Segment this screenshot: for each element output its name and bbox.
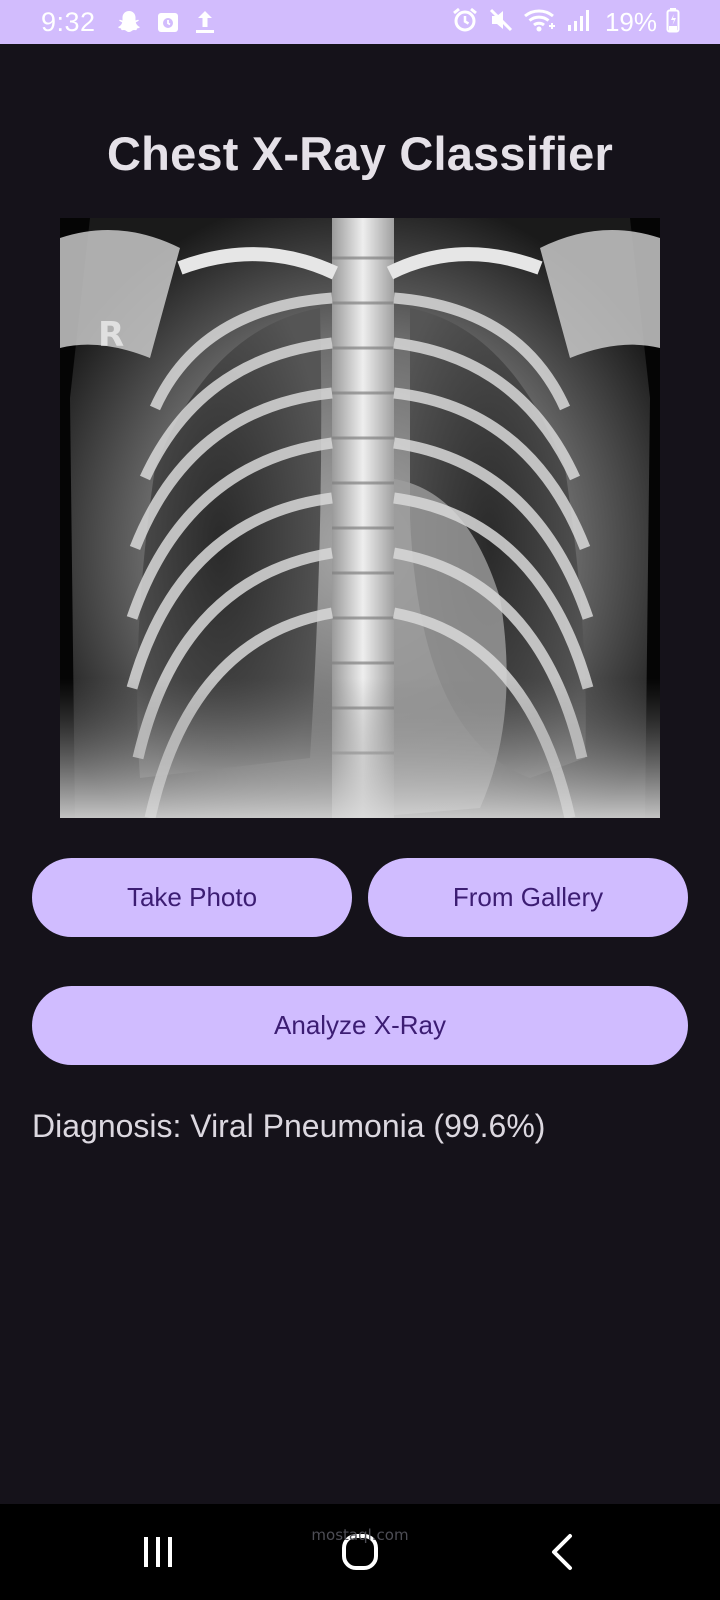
home-button[interactable]	[300, 1504, 420, 1600]
analyze-xray-button[interactable]: Analyze X-Ray	[32, 986, 688, 1065]
xray-image-drawing: R	[60, 218, 660, 818]
battery-icon	[666, 7, 680, 38]
calendar-notification-icon	[156, 10, 180, 34]
xray-image: R	[60, 218, 660, 818]
status-system-icons: 19%	[451, 7, 680, 38]
xray-side-marker: R	[98, 315, 124, 355]
navigation-bar	[0, 1504, 720, 1600]
signal-icon	[566, 7, 592, 38]
page-title: Chest X-Ray Classifier	[107, 127, 613, 180]
diagnosis-result: Diagnosis: Viral Pneumonia (99.6%)	[32, 1108, 546, 1144]
watermark: mostaql.com	[311, 1526, 409, 1544]
back-button[interactable]	[502, 1504, 622, 1600]
from-gallery-button[interactable]: From Gallery	[368, 858, 688, 937]
back-icon	[552, 1534, 572, 1570]
upload-icon	[194, 9, 216, 35]
alarm-icon	[451, 7, 479, 38]
battery-percent: 19%	[604, 6, 657, 37]
recents-button[interactable]	[98, 1504, 218, 1600]
status-time: 9:32	[41, 6, 96, 37]
status-notification-icons	[116, 9, 216, 35]
snapchat-icon	[116, 9, 142, 35]
recents-icon	[144, 1537, 172, 1567]
mute-icon	[488, 7, 514, 38]
wifi-icon	[523, 7, 557, 38]
status-bar: 9:32 19%	[0, 0, 720, 44]
take-photo-button[interactable]: Take Photo	[32, 858, 352, 937]
